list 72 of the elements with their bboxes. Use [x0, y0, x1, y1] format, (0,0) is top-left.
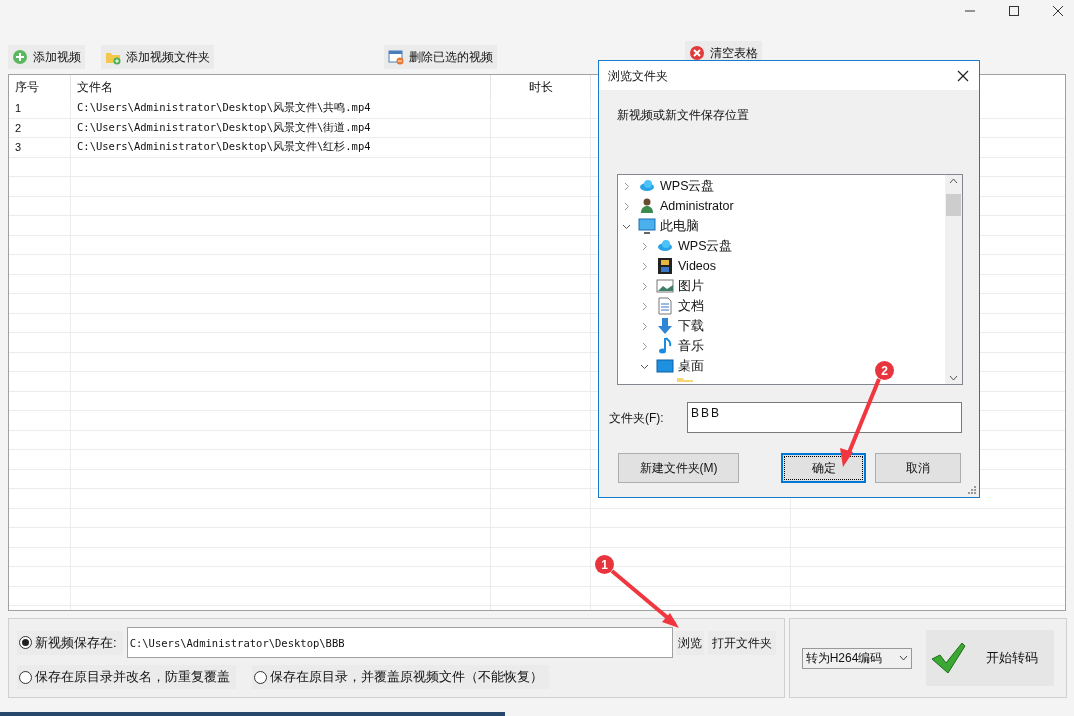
chevron-right-icon[interactable] [640, 261, 649, 271]
radio-label: 保存在原目录并改名，防重复覆盖 [35, 668, 231, 687]
checkmark-icon [929, 641, 966, 675]
down-arrow-icon [656, 317, 674, 335]
scrollbar[interactable] [945, 175, 962, 384]
table-cell-text: 2 [15, 120, 22, 136]
film-strip-icon [656, 257, 674, 275]
scroll-down-icon [949, 375, 958, 381]
dialog-button[interactable]: 新建文件夹(M) [618, 453, 739, 483]
tree-item[interactable]: WPS云盘 [660, 176, 715, 196]
scrollbar-thumb[interactable] [946, 193, 961, 216]
column-header[interactable]: 时长 [528, 78, 553, 96]
monitor-icon [638, 217, 656, 235]
chevron-right-icon[interactable] [640, 241, 649, 251]
document-icon [656, 297, 674, 315]
start-button[interactable]: 开始转码 [925, 630, 1054, 686]
table-cell-text: C:\Users\Administrator\Desktop\风景文件\红杉.mp4 [77, 139, 371, 155]
table-cell-text: C:\Users\Administrator\Desktop\风景文件\街道.mp4 [77, 119, 371, 135]
tree-item[interactable]: 文档 [678, 296, 704, 316]
radio-button[interactable] [254, 670, 267, 684]
chevron-right-icon[interactable] [640, 301, 649, 311]
music-note-icon [656, 337, 674, 355]
radio-label: 保存在原目录，并覆盖原视频文件（不能恢复） [270, 668, 544, 687]
chevron-right-icon[interactable] [622, 181, 631, 191]
dropdown-value: 转为H264编码 [805, 650, 883, 667]
tree-item[interactable]: 下载 [678, 316, 704, 336]
image-icon [656, 277, 674, 295]
table-cell-text: C:\Users\Administrator\Desktop\风景文件\共鸣.mp4 [77, 100, 371, 116]
tree-item[interactable]: 此电脑 [660, 216, 699, 236]
caret-icon [898, 655, 908, 661]
tree-item[interactable]: Administrator [660, 196, 734, 216]
chevron-right-icon[interactable] [640, 281, 649, 291]
dialog-title: 浏览文件夹 [608, 67, 668, 85]
radio-option[interactable]: 保存在原目录并改名，防重复覆盖 [17, 665, 236, 689]
plus-circle-icon [12, 49, 28, 65]
tree-item[interactable]: 音乐 [678, 336, 704, 356]
browse-button[interactable]: 浏览 [675, 630, 704, 655]
scroll-up-icon [949, 178, 958, 184]
radio-button[interactable] [19, 670, 32, 684]
person-icon [638, 197, 656, 215]
tree-item[interactable]: WPS云盘 [678, 236, 733, 256]
chevron-right-icon[interactable] [640, 321, 649, 331]
close-icon[interactable] [1053, 6, 1063, 16]
table-cell-text: 3 [15, 140, 22, 155]
monitor-icon [656, 357, 674, 375]
chevron-right-icon[interactable] [640, 341, 649, 351]
tree-item[interactable]: 桌面 [678, 356, 704, 376]
toolbar-button[interactable]: 删除已选的视频 [384, 45, 497, 69]
dialog-prompt: 新视频或新文件保存位置 [617, 107, 750, 124]
column-header[interactable]: 序号 [15, 78, 39, 96]
table-cell-text: 1 [15, 101, 22, 116]
dialog-button[interactable]: 确定 [781, 453, 866, 483]
radio-label: 新视频保存在: [35, 633, 118, 652]
resize-grip-icon [968, 486, 976, 494]
toolbar-button[interactable]: 添加视频文件夹 [101, 45, 214, 69]
folder-name-field[interactable]: BBB [687, 402, 962, 433]
radio-option[interactable]: 保存在原目录，并覆盖原视频文件（不能恢复） [252, 665, 549, 689]
close-icon[interactable] [957, 69, 969, 82]
field-label: 文件夹(F): [609, 409, 665, 427]
column-header[interactable]: 文件名 [77, 78, 113, 96]
tree-item[interactable]: 图片 [678, 276, 704, 296]
radio-button[interactable] [19, 636, 32, 649]
dialog-button[interactable]: 取消 [875, 453, 961, 483]
format-dropdown[interactable]: 转为H264编码 [801, 647, 912, 669]
maximize-icon[interactable] [1009, 6, 1019, 16]
path-field[interactable]: C:\Users\Administrator\Desktop\BBB [126, 627, 673, 658]
window-minus-icon [388, 49, 404, 65]
chevron-right-icon[interactable] [622, 201, 631, 211]
radio-option[interactable]: 新视频保存在: [17, 630, 123, 655]
toolbar-button[interactable]: 添加视频 [8, 45, 85, 69]
open-folder-button[interactable]: 打开文件夹 [707, 630, 776, 655]
tree-item[interactable]: Videos [678, 256, 716, 276]
